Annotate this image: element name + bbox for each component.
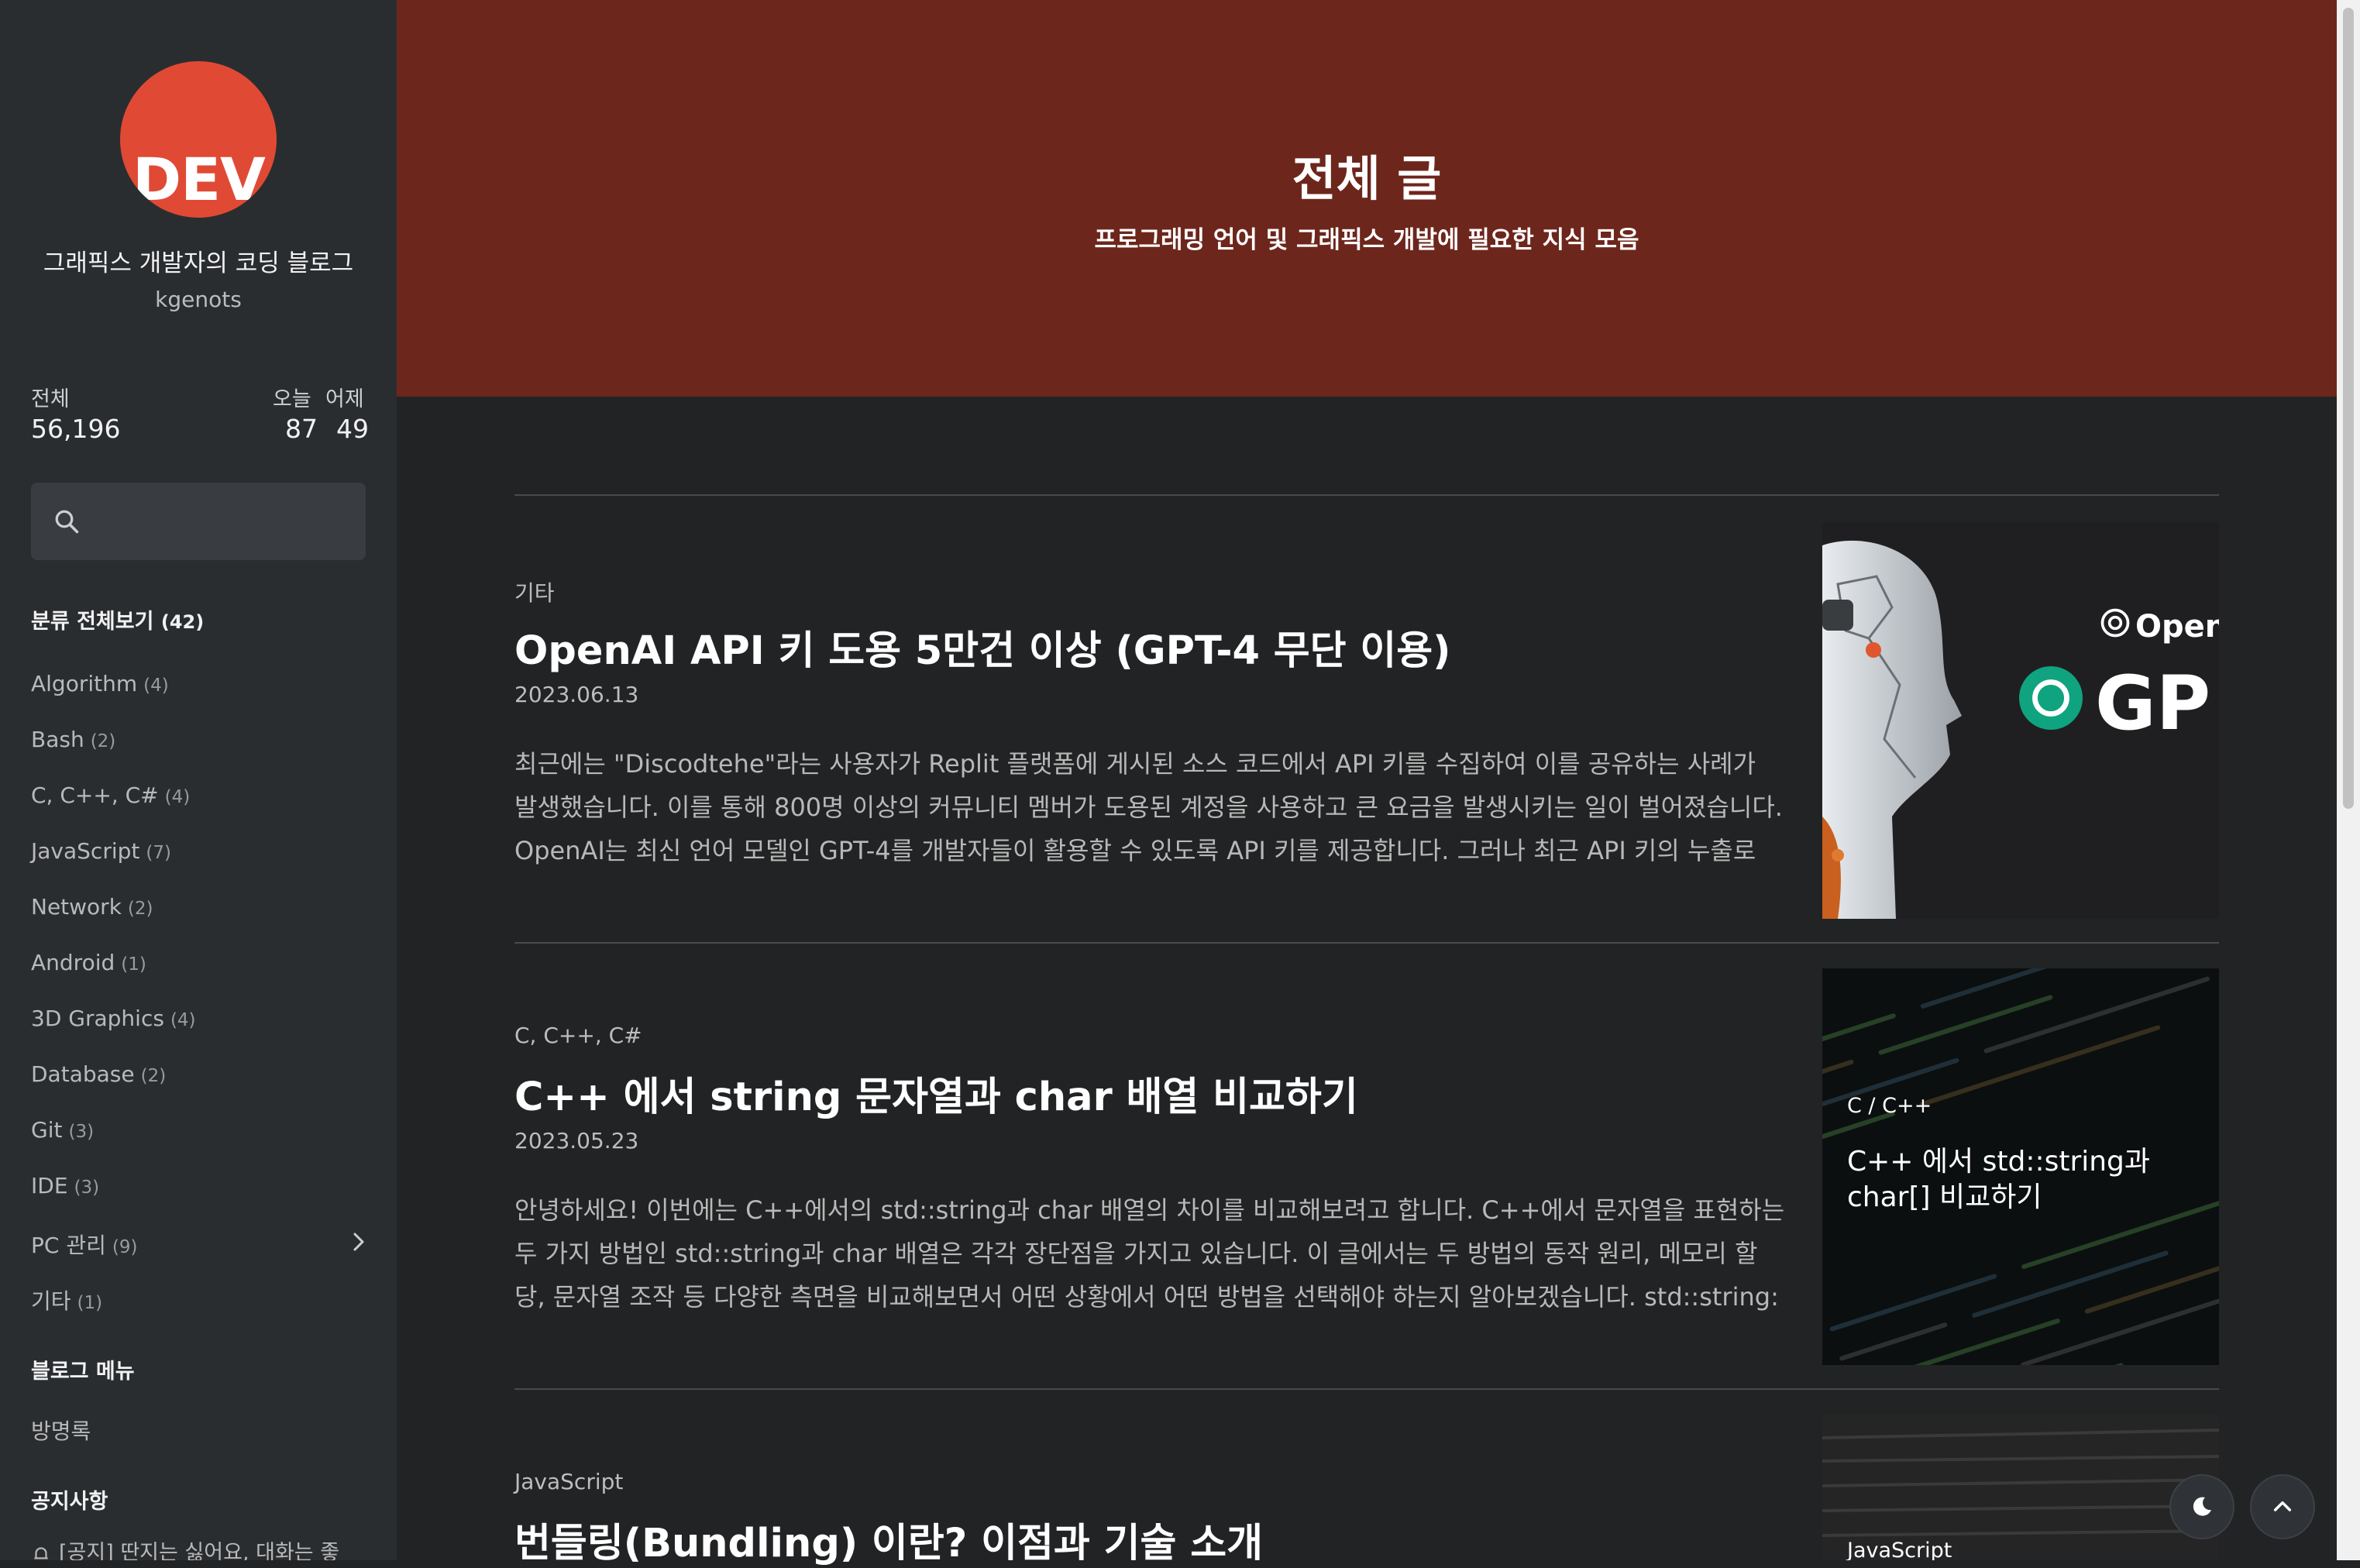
category-count: (4) [164, 787, 191, 807]
category-item[interactable]: 3D Graphics (4) [31, 1006, 196, 1031]
post-excerpt[interactable]: 최근에는 "Discodtehe"라는 사용자가 Replit 플랫폼에 게시된… [514, 742, 1785, 872]
category-name: Network [31, 894, 122, 920]
category-item[interactable]: IDE (3) [31, 1173, 99, 1198]
category-item[interactable]: PC 관리 (9) [31, 1229, 137, 1260]
logo-text: DEV [132, 145, 266, 214]
category-count: (9) [112, 1237, 138, 1257]
moon-icon [2193, 1497, 2211, 1516]
stat-today-value: 87 [285, 414, 318, 444]
post-divider [514, 942, 2219, 944]
category-all-count: (42) [160, 611, 205, 633]
thumb-category-label: JavaScript [1847, 1539, 1952, 1560]
dark-mode-button[interactable] [2169, 1474, 2234, 1539]
menu-item-guestbook[interactable]: 방명록 [31, 1415, 91, 1446]
category-count: (3) [68, 1122, 95, 1142]
scrollbar-thumb[interactable] [2343, 8, 2354, 809]
category-count: (1) [121, 954, 146, 975]
post-thumbnail[interactable]: Open GP [1822, 522, 2219, 919]
stat-today-label: 오늘 [273, 387, 311, 411]
post-thumbnail[interactable]: C / C++ C++ 에서 std::string과 char[] 비교하기 [1822, 968, 2219, 1365]
category-all-label: 분류 전체보기 [31, 610, 154, 634]
category-name: PC 관리 [31, 1233, 106, 1258]
blog-logo[interactable]: DEV [120, 61, 277, 218]
category-name: Bash [31, 727, 84, 752]
thumb-openai-text: Open [2135, 609, 2219, 645]
post-thumbnail[interactable]: JavaScript [1822, 1415, 2219, 1560]
stat-total-value: 56,196 [31, 414, 121, 444]
category-name: C, C++, C# [31, 782, 159, 808]
post-category[interactable]: 기타 [514, 576, 555, 607]
category-item[interactable]: Database (2) [31, 1061, 166, 1087]
category-item[interactable]: 기타 (1) [31, 1284, 102, 1315]
stat-total-label: 전체 [31, 387, 70, 411]
category-name: JavaScript [31, 838, 140, 864]
category-item[interactable]: Git (3) [31, 1117, 94, 1143]
category-item[interactable]: C, C++, C# (4) [31, 782, 190, 808]
scroll-top-button[interactable] [2250, 1474, 2315, 1539]
category-count: (4) [143, 676, 169, 696]
post-title[interactable]: OpenAI API 키 도용 5만건 이상 (GPT-4 무단 이용) [514, 618, 1450, 676]
blog-menu-header: 블로그 메뉴 [31, 1360, 135, 1384]
thumb-category-label: C / C++ [1847, 1094, 1932, 1118]
search-icon[interactable] [53, 507, 81, 535]
chevron-up-icon [2273, 1501, 2292, 1511]
post-title[interactable]: C++ 에서 string 문자열과 char 배열 비교하기 [514, 1064, 1358, 1122]
page-subtitle: 프로그래밍 언어 및 그래픽스 개발에 필요한 지식 모음 [1094, 226, 1639, 254]
search-box[interactable] [31, 483, 366, 560]
category-item[interactable]: Network (2) [31, 894, 153, 920]
notice-text: [공지] 딴지는 싫어요, 대화는 좋 [59, 1541, 340, 1560]
category-name: 3D Graphics [31, 1006, 164, 1031]
category-all-link[interactable]: 분류 전체보기 (42) [31, 604, 204, 634]
post-excerpt[interactable]: 안녕하세요! 이번에는 C++에서의 std::string과 char 배열의… [514, 1188, 1785, 1319]
stat-yesterday-value: 49 [336, 414, 369, 444]
category-item[interactable]: Algorithm (4) [31, 671, 169, 696]
category-name: Git [31, 1117, 63, 1143]
thumb-gpt-text: GP [2095, 660, 2211, 747]
category-name: IDE [31, 1173, 68, 1198]
post-date: 2023.06.13 [514, 682, 639, 707]
thumb-title-line2: char[] 비교하기 [1847, 1181, 2042, 1213]
blog-author: kgenots [155, 287, 242, 312]
post-title[interactable]: 번들링(Bundling) 이란? 이점과 기술 소개 [514, 1511, 1263, 1568]
category-item[interactable]: Bash (2) [31, 727, 115, 752]
category-item[interactable]: Android (1) [31, 950, 146, 975]
post-divider [514, 1388, 2219, 1390]
category-count: (3) [74, 1178, 100, 1198]
notice-header: 공지사항 [31, 1490, 108, 1514]
post-category[interactable]: C, C++, C# [514, 1023, 642, 1048]
page-title: 전체 글 [1292, 150, 1442, 207]
category-name: Algorithm [31, 671, 138, 696]
blog-title[interactable]: 그래픽스 개발자의 코딩 블로그 [0, 243, 397, 278]
post-divider [514, 494, 2219, 496]
notice-item[interactable]: [공지] 딴지는 싫어요, 대화는 좋 [31, 1535, 339, 1560]
sidebar: DEV 그래픽스 개발자의 코딩 블로그 kgenots 전체 56,196 오… [0, 0, 397, 1560]
thumb-title-line1: C++ 에서 std::string과 [1847, 1146, 2151, 1178]
category-count: (2) [90, 731, 116, 751]
openai-logo-icon [2100, 608, 2130, 638]
category-count: (2) [127, 899, 153, 919]
stat-yesterday-label: 어제 [325, 387, 364, 411]
chevron-right-icon[interactable] [347, 1230, 370, 1253]
post-category[interactable]: JavaScript [514, 1469, 623, 1494]
search-input[interactable] [93, 501, 352, 543]
category-count: (1) [77, 1293, 103, 1313]
page-header: 전체 글 프로그래밍 언어 및 그래픽스 개발에 필요한 지식 모음 [397, 0, 2337, 397]
category-name: Android [31, 950, 115, 975]
category-name: Database [31, 1061, 135, 1087]
bell-icon [34, 1546, 48, 1559]
category-count: (2) [140, 1066, 167, 1086]
category-name: 기타 [31, 1288, 71, 1314]
post-date: 2023.05.23 [514, 1128, 639, 1154]
category-item[interactable]: JavaScript (7) [31, 838, 171, 864]
category-count: (4) [170, 1010, 196, 1030]
category-count: (7) [146, 843, 171, 863]
chatgpt-logo-icon [2019, 666, 2083, 730]
